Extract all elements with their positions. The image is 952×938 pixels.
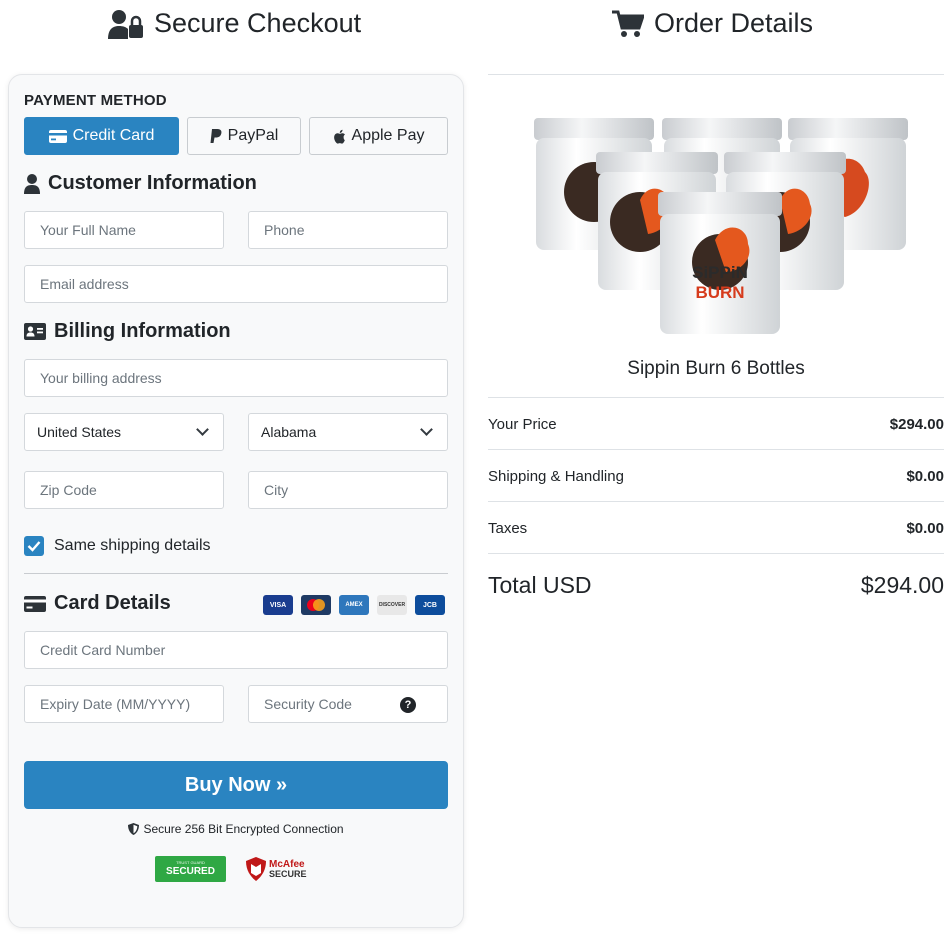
phone-placeholder: Phone bbox=[264, 222, 305, 238]
visa-label: VISA bbox=[269, 601, 287, 609]
mcafee-shield-icon bbox=[246, 857, 266, 881]
email-placeholder: Email address bbox=[40, 276, 129, 292]
trust-guard-main-text: SECURED bbox=[166, 866, 215, 877]
your-price-label: Your Price bbox=[488, 416, 557, 433]
jcb-icon: JCB bbox=[415, 595, 445, 615]
shield-icon bbox=[128, 823, 140, 835]
checkmark-icon bbox=[27, 541, 41, 552]
customer-info-title: Customer Information bbox=[48, 172, 257, 194]
section-divider bbox=[24, 573, 448, 574]
security-code-input[interactable]: Security Code bbox=[248, 685, 448, 723]
expiry-date-placeholder: Expiry Date (MM/YYYY) bbox=[40, 696, 191, 712]
order-top-rule bbox=[488, 74, 944, 75]
paypal-icon bbox=[210, 128, 222, 143]
secure-connection-text: Secure 256 Bit Encrypted Connection bbox=[143, 822, 344, 836]
total-value: $294.00 bbox=[860, 572, 944, 598]
city-placeholder: City bbox=[264, 482, 289, 498]
full-name-placeholder: Your Full Name bbox=[40, 222, 136, 238]
card-number-input[interactable]: Credit Card Number bbox=[24, 631, 448, 669]
shipping-value: $0.00 bbox=[906, 468, 944, 485]
visa-icon: VISA bbox=[263, 595, 293, 615]
secure-connection-note: Secure 256 Bit Encrypted Connection bbox=[0, 822, 472, 836]
city-input[interactable]: City bbox=[248, 471, 448, 509]
payment-method-label: PAYMENT METHOD bbox=[24, 92, 167, 109]
same-shipping-checkbox[interactable] bbox=[24, 536, 44, 556]
apple-icon bbox=[333, 129, 345, 144]
billing-address-input[interactable]: Your billing address bbox=[24, 359, 448, 397]
billing-address-placeholder: Your billing address bbox=[40, 370, 162, 386]
apple-pay-method-button[interactable]: Apple Pay bbox=[309, 117, 448, 155]
product-image: SiPPiN BURN bbox=[534, 118, 908, 334]
full-name-input[interactable]: Your Full Name bbox=[24, 211, 224, 249]
billing-info-heading: Billing Information bbox=[24, 320, 231, 343]
amex-icon: AMEX bbox=[339, 595, 369, 615]
question-circle-icon[interactable]: ? bbox=[400, 697, 416, 713]
trust-guard-badge: TRUST GUARD SECURED bbox=[155, 856, 226, 882]
trust-guard-top-text: TRUST GUARD bbox=[176, 860, 205, 865]
accepted-cards: VISA AMEX DISCOVER JCB bbox=[263, 595, 445, 615]
shopping-cart-icon bbox=[612, 10, 644, 37]
country-select[interactable]: United States bbox=[24, 413, 224, 451]
discover-icon: DISCOVER bbox=[377, 595, 407, 615]
expiry-date-input[interactable]: Expiry Date (MM/YYYY) bbox=[24, 685, 224, 723]
card-details-heading: Card Details bbox=[24, 592, 171, 615]
user-icon bbox=[24, 173, 40, 194]
order-details-title: Order Details bbox=[654, 8, 814, 38]
mcafee-bottom-text: SECURE bbox=[269, 868, 307, 879]
paypal-method-label: PayPal bbox=[227, 127, 279, 144]
mastercard-icon bbox=[301, 595, 331, 615]
total-label: Total USD bbox=[488, 572, 592, 598]
secure-checkout-title: Secure Checkout bbox=[154, 8, 362, 38]
buy-now-button[interactable]: Buy Now » bbox=[24, 761, 448, 809]
customer-info-heading: Customer Information bbox=[24, 172, 257, 195]
taxes-label: Taxes bbox=[488, 520, 528, 537]
apple-pay-method-label: Apple Pay bbox=[351, 127, 425, 144]
zip-code-placeholder: Zip Code bbox=[40, 482, 97, 498]
chevron-down-icon bbox=[420, 423, 433, 436]
credit-card-method-button[interactable]: Credit Card bbox=[24, 117, 179, 155]
credit-card-icon bbox=[24, 595, 46, 612]
order-rule bbox=[488, 449, 944, 450]
jar-brand-top: SiPPiN bbox=[692, 263, 748, 282]
mcafee-text: McAfee SECURE bbox=[269, 858, 307, 879]
order-rule bbox=[488, 501, 944, 502]
credit-card-method-label: Credit Card bbox=[72, 127, 155, 144]
same-shipping-label[interactable]: Same shipping details bbox=[54, 537, 211, 555]
your-price-value: $294.00 bbox=[889, 416, 944, 433]
order-rule bbox=[488, 553, 944, 554]
chevron-down-icon bbox=[196, 423, 209, 436]
shipping-label: Shipping & Handling bbox=[488, 468, 624, 485]
card-details-title: Card Details bbox=[54, 592, 171, 614]
amex-label: AMEX bbox=[345, 602, 363, 608]
billing-info-title: Billing Information bbox=[54, 320, 231, 342]
discover-label: DISCOVER bbox=[378, 602, 406, 608]
state-value: Alabama bbox=[261, 424, 317, 440]
mastercard-circles bbox=[307, 599, 325, 611]
security-code-placeholder: Security Code bbox=[264, 696, 352, 712]
product-jar-front: SiPPiN BURN bbox=[658, 192, 782, 334]
jcb-label: JCB bbox=[422, 601, 437, 609]
jar-brand-bottom: BURN bbox=[695, 283, 744, 302]
email-input[interactable]: Email address bbox=[24, 265, 448, 303]
state-select[interactable]: Alabama bbox=[248, 413, 448, 451]
secure-checkout-heading: Secure Checkout bbox=[108, 8, 361, 39]
phone-input[interactable]: Phone bbox=[248, 211, 448, 249]
order-rule bbox=[488, 397, 944, 398]
zip-code-input[interactable]: Zip Code bbox=[24, 471, 224, 509]
address-card-icon bbox=[24, 323, 46, 340]
credit-card-icon bbox=[48, 129, 67, 143]
user-lock-icon bbox=[108, 9, 143, 39]
taxes-value: $0.00 bbox=[906, 520, 944, 537]
card-number-placeholder: Credit Card Number bbox=[40, 642, 166, 658]
order-details-heading: Order Details bbox=[612, 8, 813, 39]
paypal-method-button[interactable]: PayPal bbox=[187, 117, 301, 155]
product-name: Sippin Burn 6 Bottles bbox=[627, 358, 805, 379]
mcafee-top-text: McAfee bbox=[269, 858, 305, 870]
country-value: United States bbox=[37, 424, 122, 440]
mcafee-badge: McAfee SECURE bbox=[246, 856, 307, 882]
